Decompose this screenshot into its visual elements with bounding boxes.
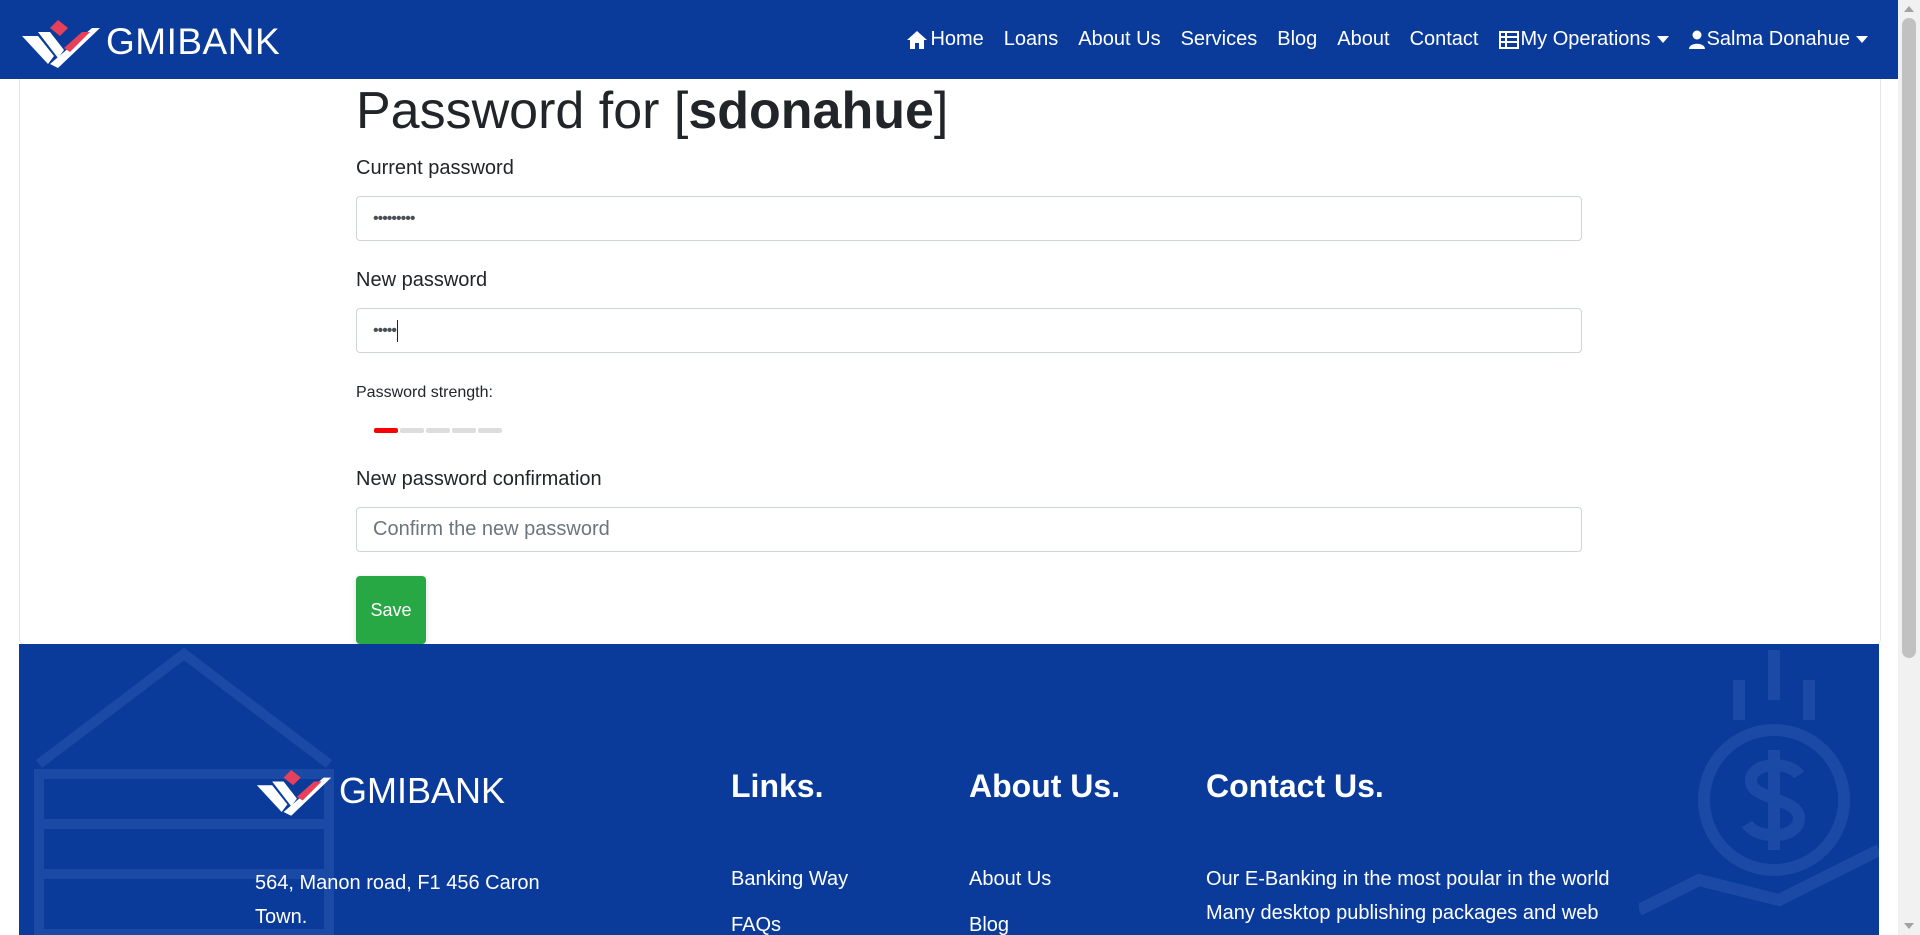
confirm-password-placeholder: Confirm the new password <box>373 518 610 540</box>
brand-name: GMIBANK <box>106 21 281 62</box>
top-navbar: GMIBANK Home Loans About Us Services Blo… <box>0 0 1898 79</box>
text-cursor <box>397 319 399 342</box>
nav-loans-label: Loans <box>1003 28 1059 50</box>
nav-about[interactable]: About <box>1337 28 1389 51</box>
scrollbar-thumb[interactable] <box>1902 18 1916 658</box>
nav-user-menu-dropdown[interactable]: Salma Donahue <box>1688 28 1868 51</box>
user-icon <box>1688 30 1705 49</box>
nav-my-operations-label: My Operations <box>1520 28 1651 50</box>
footer-contact-heading: Contact Us. <box>1206 768 1384 804</box>
strength-segment <box>478 428 502 433</box>
footer-link-blog[interactable]: Blog <box>969 908 1009 935</box>
nav-my-operations-dropdown[interactable]: My Operations <box>1498 28 1669 51</box>
password-strength-bar <box>374 428 504 433</box>
new-password-value: ••••• <box>373 321 397 339</box>
chevron-down-icon <box>1656 36 1669 43</box>
site-footer: GMIBANK 564, Manon road, F1 456 Caron To… <box>19 644 1879 935</box>
nav-home[interactable]: Home <box>906 28 984 51</box>
title-username: sdonahue <box>688 82 934 140</box>
footer-link-banking-way[interactable]: Banking Way <box>731 862 848 896</box>
page-scrollbar[interactable] <box>1898 0 1920 935</box>
scroll-up-arrow-icon[interactable] <box>1904 6 1914 12</box>
gmibank-logo-icon <box>22 20 100 68</box>
main-nav: Home Loans About Us Services Blog About … <box>886 0 1868 79</box>
home-icon <box>907 30 928 49</box>
confirm-password-input[interactable]: Confirm the new password <box>356 507 1582 552</box>
nav-user-name: Salma Donahue <box>1706 28 1850 50</box>
nav-about-label: About <box>1337 28 1390 50</box>
footer-about-heading: About Us. <box>969 768 1121 804</box>
table-icon <box>1498 30 1519 49</box>
confirm-password-label: New password confirmation <box>356 468 602 490</box>
footer-address: 564, Manon road, F1 456 Caron Town. <box>255 872 540 928</box>
save-button[interactable]: Save <box>356 576 426 644</box>
scroll-down-arrow-icon[interactable] <box>1904 923 1914 929</box>
current-password-label: Current password <box>356 157 514 179</box>
nav-services[interactable]: Services <box>1181 28 1258 51</box>
strength-segment <box>400 428 424 433</box>
footer-brand-logo[interactable]: GMIBANK <box>255 764 505 818</box>
nav-home-label: Home <box>930 28 984 50</box>
footer-links-heading: Links. <box>731 768 824 804</box>
footer-contact-text: Our E-Banking in the most poular in the … <box>1206 868 1610 924</box>
footer-brand-name: GMIBANK <box>339 770 506 811</box>
title-suffix: ] <box>933 82 949 140</box>
password-card: Password for [sdonahue] Current password… <box>19 79 1881 645</box>
strength-segment <box>426 428 450 433</box>
strength-segment <box>452 428 476 433</box>
strength-segment <box>374 428 398 433</box>
password-strength-label: Password strength: <box>356 384 493 401</box>
nav-about-us-label: About Us <box>1078 28 1161 50</box>
nav-contact-label: Contact <box>1409 28 1479 50</box>
gmibank-logo-icon <box>256 770 332 816</box>
nav-contact[interactable]: Contact <box>1410 28 1479 51</box>
footer-link-about-us[interactable]: About Us <box>969 862 1051 896</box>
new-password-input[interactable]: ••••• <box>356 308 1582 353</box>
brand-logo[interactable]: GMIBANK <box>20 14 280 70</box>
nav-blog-label: Blog <box>1277 28 1318 50</box>
current-password-value: ••••••••• <box>373 209 415 227</box>
page-title: Password for [sdonahue] <box>356 81 948 141</box>
nav-services-label: Services <box>1180 28 1258 50</box>
new-password-label: New password <box>356 269 488 291</box>
nav-loans[interactable]: Loans <box>1004 28 1059 51</box>
chevron-down-icon <box>1856 36 1868 43</box>
title-prefix: Password for [ <box>356 82 689 140</box>
nav-about-us[interactable]: About Us <box>1078 28 1160 51</box>
dollar-coin-decoration-icon <box>1639 650 1879 916</box>
current-password-input[interactable]: ••••••••• <box>356 196 1582 241</box>
footer-link-faqs[interactable]: FAQs <box>731 908 781 935</box>
nav-blog[interactable]: Blog <box>1277 28 1317 51</box>
